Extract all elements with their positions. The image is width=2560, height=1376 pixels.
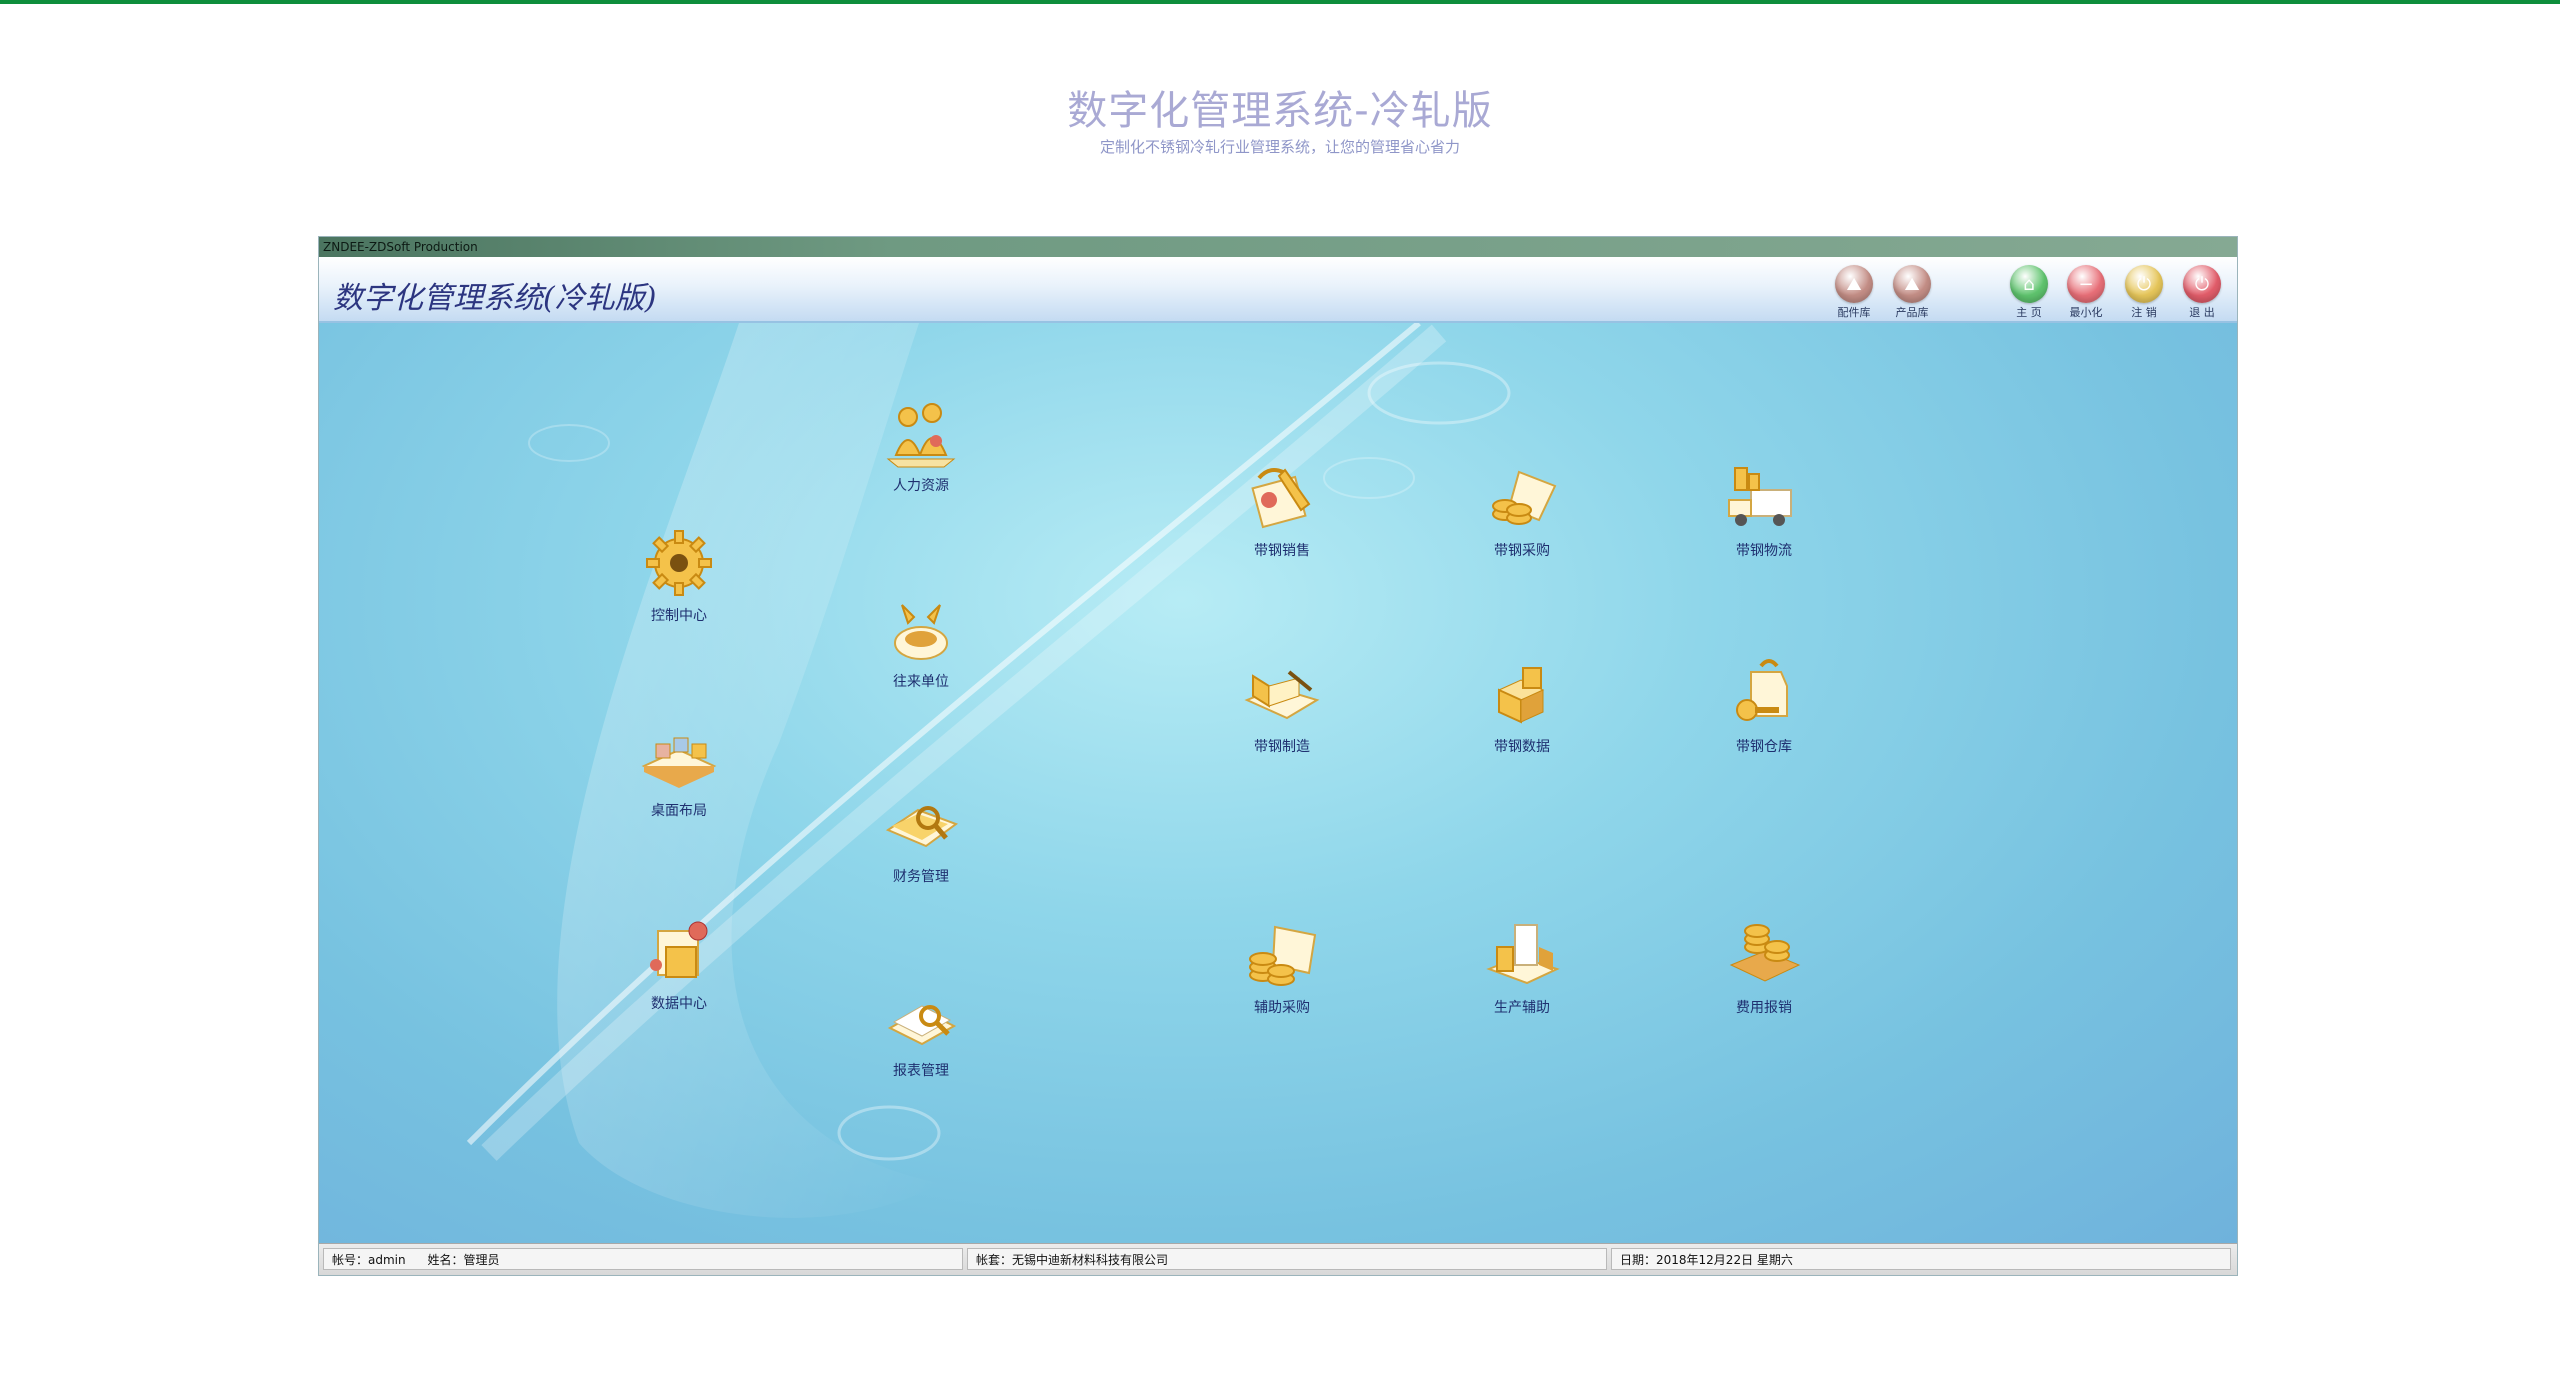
toolbar-button-logout[interactable]: ⏻ 注 销 xyxy=(2120,265,2168,320)
truck-icon xyxy=(1721,460,1807,538)
status-date: 日期：2018年12月22日 星期六 xyxy=(1620,1253,1793,1267)
database-icon xyxy=(636,913,722,991)
desktop-icon-label: 生产辅助 xyxy=(1494,1000,1550,1016)
desktop-area: 控制中心桌面布局数据中心 人力资源往来单位财务管理报表管理 带钢销售 带钢采购 带钢物流… xyxy=(319,323,2237,1245)
app-window: ZNDEE-ZDSoft Production 数字化管理系统(冷轧版) ⛰ 配件… xyxy=(318,236,2238,1276)
manufacture-icon xyxy=(1239,656,1325,734)
desktop-icon-grid_icons-7[interactable]: 生产辅助 xyxy=(1467,917,1577,1017)
home-icon: ⌂ xyxy=(2010,265,2048,303)
toolbar-button-exit[interactable]: ⏻ 退 出 xyxy=(2178,265,2226,320)
toolbar-button-label: 产品库 xyxy=(1895,306,1929,319)
desktop-icon-label: 费用报销 xyxy=(1736,1000,1792,1016)
coins-icon xyxy=(1239,917,1325,995)
mountain-icon: ⛰ xyxy=(1835,265,1873,303)
power-icon: ⏻ xyxy=(2183,265,2221,303)
desktop-icon-grid_icons-1[interactable]: 带钢采购 xyxy=(1467,460,1577,560)
desktop-icon-grid_icons-8[interactable]: 费用报销 xyxy=(1709,917,1819,1017)
data-boxes-icon xyxy=(1479,656,1565,734)
desktop-icon-label: 带钢数据 xyxy=(1494,739,1550,755)
desktop-icon-left_icons-2[interactable]: 数据中心 xyxy=(624,913,734,1013)
desktop-icon-label: 报表管理 xyxy=(893,1063,949,1079)
desktop-icon-grid_icons-5[interactable]: 带钢仓库 xyxy=(1709,656,1819,756)
toolbar-button-label: 注 销 xyxy=(2131,306,2157,319)
desktop-icon-left_icons-1[interactable]: 桌面布局 xyxy=(624,720,734,820)
desktop-icon-label: 带钢物流 xyxy=(1736,543,1792,559)
purchase-icon xyxy=(1479,460,1565,538)
minus-icon: − xyxy=(2067,265,2105,303)
layout-icon xyxy=(636,720,722,798)
status-bar: 帐号：admin 姓名：管理员 帐套：无锡中迪新材料科技有限公司 日期：2018… xyxy=(319,1243,2237,1275)
desktop-icon-grid_icons-2[interactable]: 带钢物流 xyxy=(1709,460,1819,560)
toolbar-button-label: 最小化 xyxy=(2069,306,2103,319)
desktop-icon-middle_icons-0[interactable]: 人力资源 xyxy=(866,395,976,495)
app-header: 数字化管理系统(冷轧版) ⛰ 配件库 ⛰ 产品库 ⌂ 主 页 − 最小化 ⏻ 注 销 ⏻ 退 出 xyxy=(319,257,2237,323)
status-book: 帐套：无锡中迪新材料科技有限公司 xyxy=(976,1253,1169,1267)
desktop-icon-label: 财务管理 xyxy=(893,869,949,885)
desktop-icon-label: 人力资源 xyxy=(893,478,949,494)
desktop-icon-grid_icons-4[interactable]: 带钢数据 xyxy=(1467,656,1577,756)
desktop-icon-middle_icons-1[interactable]: 往来单位 xyxy=(866,591,976,691)
toolbar-button-products[interactable]: ⛰ 产品库 xyxy=(1888,265,1936,320)
finance-icon xyxy=(878,786,964,864)
page-subtitle: 定制化不锈钢冷轧行业管理系统，让您的管理省心省力 xyxy=(1099,138,1460,156)
desktop-icon-label: 辅助采购 xyxy=(1254,1000,1310,1016)
desktop-icon-label: 数据中心 xyxy=(651,996,707,1012)
toolbar-button-label: 主 页 xyxy=(2016,306,2042,319)
desktop-icon-middle_icons-2[interactable]: 财务管理 xyxy=(866,786,976,886)
toolbar-button-label: 退 出 xyxy=(2189,306,2215,319)
warehouse-icon xyxy=(1721,656,1807,734)
gear-icon xyxy=(636,525,722,603)
toolbar-button-parts[interactable]: ⛰ 配件库 xyxy=(1830,265,1878,320)
desktop-icon-middle_icons-3[interactable]: 报表管理 xyxy=(866,980,976,1080)
toolbar-button-home[interactable]: ⌂ 主 页 xyxy=(2005,265,2053,320)
desktop-icon-grid_icons-6[interactable]: 辅助采购 xyxy=(1227,917,1337,1017)
desktop-icon-label: 带钢仓库 xyxy=(1736,739,1792,755)
desktop-icon-label: 带钢销售 xyxy=(1254,543,1310,559)
toolbar-button-minimize[interactable]: − 最小化 xyxy=(2062,265,2110,320)
desktop-icon-label: 带钢采购 xyxy=(1494,543,1550,559)
handshake-icon xyxy=(878,591,964,669)
desktop-icon-grid_icons-3[interactable]: 带钢制造 xyxy=(1227,656,1337,756)
production-icon xyxy=(1479,917,1565,995)
status-date-cell: 日期：2018年12月22日 星期六 xyxy=(1611,1248,2231,1270)
window-caption: ZNDEE-ZDSoft Production xyxy=(323,240,478,254)
report-icon xyxy=(878,980,964,1058)
desktop-icon-label: 控制中心 xyxy=(651,608,707,624)
app-title: 数字化管理系统(冷轧版) xyxy=(333,281,657,316)
power-icon: ⏻ xyxy=(2125,265,2163,303)
status-account: 帐号：admin xyxy=(332,1253,406,1267)
desktop-icon-left_icons-0[interactable]: 控制中心 xyxy=(624,525,734,625)
status-user-name: 姓名：管理员 xyxy=(427,1253,500,1267)
desktop-icon-label: 带钢制造 xyxy=(1254,739,1310,755)
sales-icon xyxy=(1239,460,1325,538)
toolbar-button-label: 配件库 xyxy=(1837,306,1871,319)
window-caption-bar: ZNDEE-ZDSoft Production xyxy=(319,237,2237,257)
people-icon xyxy=(878,395,964,473)
expense-icon xyxy=(1721,917,1807,995)
status-book-cell: 帐套：无锡中迪新材料科技有限公司 xyxy=(967,1248,1607,1270)
page-title: 数字化管理系统-冷轧版 xyxy=(1067,88,1493,134)
desktop-icon-grid_icons-0[interactable]: 带钢销售 xyxy=(1227,460,1337,560)
desktop-icon-label: 桌面布局 xyxy=(651,803,707,819)
mountain-icon: ⛰ xyxy=(1893,265,1931,303)
top-accent-line xyxy=(0,0,2560,4)
desktop-icon-label: 往来单位 xyxy=(893,674,949,690)
status-user-cell: 帐号：admin 姓名：管理员 xyxy=(323,1248,963,1270)
